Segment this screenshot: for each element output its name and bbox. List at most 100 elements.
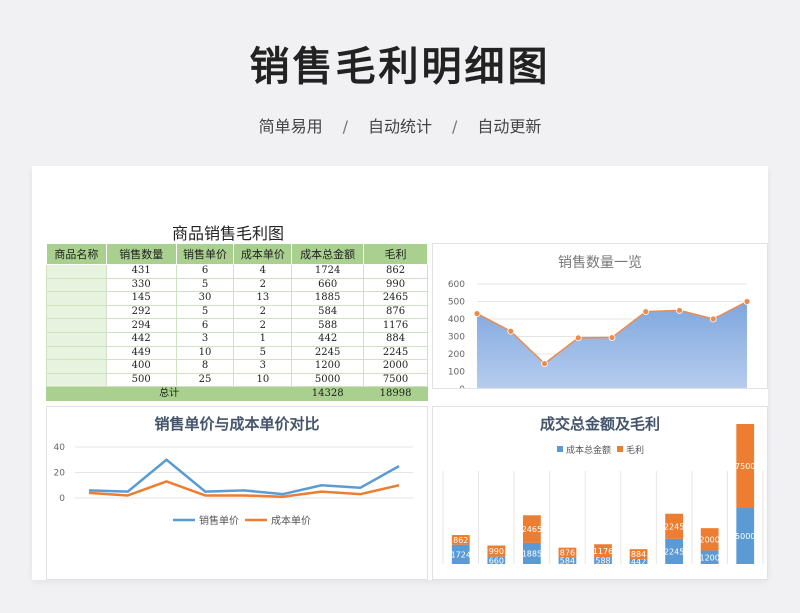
tag-separator: / bbox=[452, 117, 458, 136]
table-cell: 584 bbox=[291, 304, 365, 320]
y-tick-label: 500 bbox=[448, 298, 465, 308]
data-point bbox=[541, 360, 548, 368]
bar-value-label: 862 bbox=[453, 536, 468, 545]
col-header: 销售单价 bbox=[175, 243, 235, 265]
col-header: 销售数量 bbox=[105, 243, 177, 265]
data-point bbox=[676, 307, 683, 314]
table-cell: 876 bbox=[363, 304, 428, 320]
legend-swatch bbox=[617, 446, 623, 452]
table-cell: 25 bbox=[175, 372, 235, 388]
table-cell: 5000 bbox=[291, 372, 365, 388]
total-row: 总计 14328 18998 bbox=[45, 386, 428, 401]
bar-value-label: 2465 bbox=[522, 525, 542, 534]
col-header: 成本总金额 bbox=[291, 243, 365, 265]
y-tick-label: 100 bbox=[448, 368, 465, 378]
table-row: 431 6 4 1724 862 bbox=[46, 264, 428, 279]
table-row: 292 5 2 584 876 bbox=[46, 304, 428, 320]
data-point bbox=[642, 308, 650, 316]
data-point bbox=[473, 310, 481, 317]
legend-label: 销售单价 bbox=[199, 514, 239, 527]
bar-value-label: 5000 bbox=[735, 532, 755, 541]
spreadsheet-preview: 商品销售毛利图 商品名称 销售数量 销售单价 成本单价 成本总金额 毛利 431… bbox=[32, 166, 768, 580]
col-header: 毛利 bbox=[363, 243, 428, 265]
table-cell: 30 bbox=[175, 291, 235, 306]
feature-tags: 简单易用 / 自动统计 / 自动更新 bbox=[0, 113, 800, 137]
tag-easy: 简单易用 bbox=[258, 117, 323, 136]
bar-value-label: 584 bbox=[560, 557, 575, 566]
bar-value-label: 1885 bbox=[522, 549, 542, 558]
tag-separator: / bbox=[342, 117, 348, 136]
data-point bbox=[507, 327, 515, 335]
table-cell: 2 bbox=[233, 277, 293, 293]
legend-swatch bbox=[557, 446, 563, 452]
table-cell: 1885 bbox=[291, 291, 365, 306]
table-cell bbox=[46, 331, 107, 347]
bar-value-label: 990 bbox=[489, 547, 504, 556]
data-point bbox=[743, 298, 751, 305]
area-fill bbox=[477, 301, 747, 388]
table-cell: 449 bbox=[105, 345, 177, 361]
bar-value-label: 2000 bbox=[699, 535, 719, 544]
table-cell: 10 bbox=[175, 345, 235, 361]
sales-table: 商品名称 销售数量 销售单价 成本单价 成本总金额 毛利 431 6 4 1724 86… bbox=[45, 243, 428, 401]
table-cell: 5 bbox=[175, 304, 235, 320]
table-cell: 2 bbox=[233, 318, 293, 333]
total-cell: 总计 bbox=[45, 386, 293, 401]
data-point bbox=[574, 334, 582, 342]
table-cell: 442 bbox=[105, 331, 177, 347]
table-cell: 13 bbox=[233, 291, 293, 306]
table-cell: 1724 bbox=[291, 264, 365, 279]
table-row: 500 25 10 5000 7500 bbox=[46, 372, 428, 388]
table-cell: 1 bbox=[233, 331, 293, 347]
table-cell: 2245 bbox=[291, 345, 365, 361]
tag-auto-update: 自动更新 bbox=[477, 117, 542, 136]
table-cell bbox=[46, 277, 107, 293]
y-tick-label: 40 bbox=[54, 443, 66, 453]
table-cell: 4 bbox=[233, 264, 293, 279]
table-row: 330 5 2 660 990 bbox=[46, 277, 428, 293]
line-chart-svg: 40 20 0 销售单价 成本单价 bbox=[54, 443, 413, 527]
bar-value-label: 876 bbox=[560, 549, 575, 558]
y-tick-label: 0 bbox=[459, 385, 465, 389]
col-header: 成本单价 bbox=[233, 243, 293, 265]
table-cell: 1176 bbox=[363, 318, 428, 333]
table-cell bbox=[46, 304, 107, 320]
bar-value-label: 588 bbox=[595, 557, 610, 566]
table-cell: 2245 bbox=[363, 345, 428, 361]
bar-value-label: 7500 bbox=[735, 462, 755, 471]
table-cell: 862 bbox=[363, 264, 428, 279]
table-cell: 330 bbox=[105, 277, 177, 293]
series-line bbox=[88, 458, 400, 496]
table-cell: 990 bbox=[363, 277, 428, 293]
bar-value-label: 2245 bbox=[664, 522, 684, 531]
area-chart-svg: 600 500 400 300 200 100 0 bbox=[448, 280, 751, 389]
table-cell: 2 bbox=[233, 304, 293, 320]
table-row: 400 8 3 1200 2000 bbox=[46, 359, 428, 374]
table-row: 442 3 1 442 884 bbox=[46, 331, 428, 347]
table-cell: 660 bbox=[291, 277, 365, 293]
data-point bbox=[709, 315, 717, 323]
price-comparison-chart: 销售单价与成本单价对比 40 20 0 销售单价 成本单价 bbox=[46, 406, 428, 580]
table-cell: 10 bbox=[233, 372, 293, 388]
table-row: 145 30 13 1885 2465 bbox=[46, 291, 428, 306]
table-cell bbox=[46, 291, 107, 306]
table-cell: 1200 bbox=[291, 359, 365, 374]
sheet-title: 商品销售毛利图 bbox=[172, 224, 285, 243]
bar-value-label: 1200 bbox=[699, 553, 719, 562]
table-cell: 5 bbox=[175, 277, 235, 293]
bar-value-label: 1724 bbox=[451, 550, 471, 559]
page-title: 销售毛利明细图 bbox=[249, 44, 551, 90]
legend-label: 成本单价 bbox=[271, 514, 311, 527]
bar-value-label: 2245 bbox=[664, 547, 684, 556]
table-cell bbox=[46, 264, 107, 279]
y-tick-label: 300 bbox=[448, 333, 465, 343]
table-cell: 588 bbox=[291, 318, 365, 333]
y-tick-label: 0 bbox=[59, 494, 65, 504]
table-cell: 145 bbox=[105, 291, 177, 306]
tag-auto-stat: 自动统计 bbox=[367, 117, 432, 136]
col-header: 商品名称 bbox=[46, 243, 107, 265]
total-cell: 14328 bbox=[291, 386, 365, 401]
amount-profit-chart: 成交总金额及毛利 成本总金额 毛利 1724 862 660 990 1885 2465 584… bbox=[432, 406, 768, 580]
table-cell bbox=[46, 372, 107, 388]
table-cell: 884 bbox=[363, 331, 428, 347]
